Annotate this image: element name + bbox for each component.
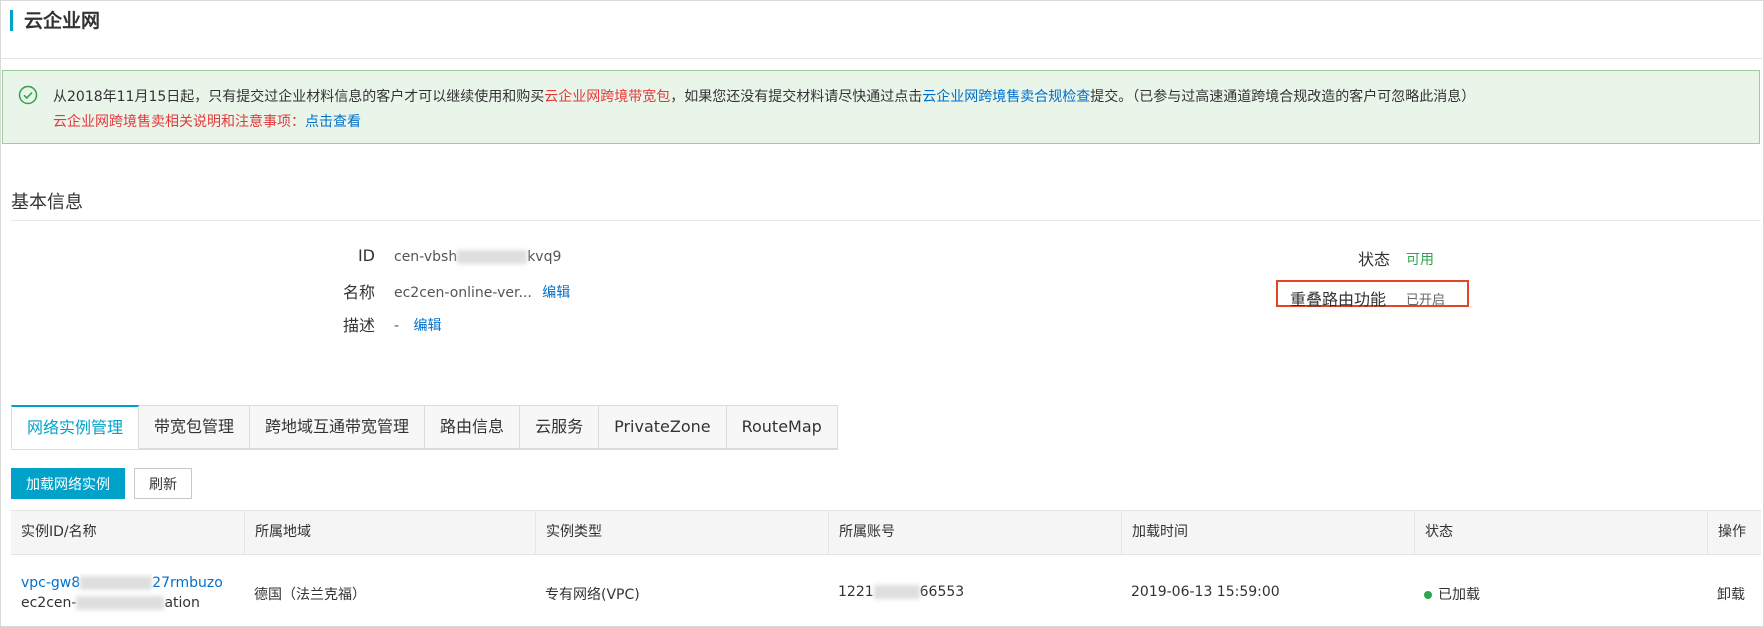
tab-network-instances[interactable]: 网络实例管理: [11, 405, 140, 449]
redacted-block: [76, 596, 165, 610]
check-circle-icon: [18, 85, 38, 105]
tab-cloud-services[interactable]: 云服务: [520, 405, 600, 449]
notice-line-2: 云企业网跨境售卖相关说明和注意事项：点击查看: [53, 111, 361, 131]
status-dot-icon: [1424, 591, 1432, 599]
tab-route-map[interactable]: RouteMap: [726, 405, 838, 449]
notice-text-c: 提交。（已参与过高速通道跨境合规改造的客户可忽略此消息）: [1090, 89, 1476, 105]
notice-link-bandwidth[interactable]: 云企业网跨境带宽包: [544, 89, 670, 105]
edit-desc-link[interactable]: 编辑: [414, 318, 442, 334]
instance-id-link[interactable]: vpc-gw8 27rmbuzo: [21, 575, 223, 591]
column-header: 加载时间: [1121, 511, 1414, 554]
load-time-cell: 2019-06-13 15:59:00: [1131, 584, 1280, 600]
instance-id-prefix[interactable]: vpc-gw8: [21, 575, 80, 591]
account-cell: 1221 66553: [838, 584, 964, 600]
type-cell: 专有网络(VPC): [545, 587, 640, 603]
section-divider: [11, 220, 1761, 221]
name-label: 名称: [342, 283, 375, 302]
refresh-button[interactable]: 刷新: [134, 468, 192, 499]
instance-id-suffix[interactable]: 27rmbuzo: [152, 575, 223, 591]
column-header: 状态: [1414, 511, 1707, 554]
title-accent-bar: [10, 10, 13, 31]
redacted-block: [873, 585, 920, 599]
unload-link[interactable]: 卸载: [1717, 584, 1745, 604]
notice-line-1: 从2018年11月15日起，只有提交过企业材料信息的客户才可以继续使用和购买云企…: [53, 86, 1475, 106]
tab-bar: 网络实例管理 带宽包管理 跨地域互通带宽管理 路由信息 云服务 PrivateZ…: [11, 405, 838, 450]
desc-value-row: - 编辑: [394, 315, 442, 335]
column-header: 所属地域: [244, 511, 535, 554]
notice-text-b: ，如果您还没有提交材料请尽快通过点击: [670, 89, 923, 105]
name-value-row: ec2cen-online-ver... 编辑: [394, 282, 570, 302]
status-cell: 已加载: [1424, 584, 1480, 604]
tab-cross-region-bandwidth[interactable]: 跨地域互通带宽管理: [250, 405, 426, 449]
page-header: 云企业网: [0, 0, 1764, 59]
tab-bandwidth-packages[interactable]: 带宽包管理: [139, 405, 251, 449]
column-header: 实例类型: [535, 511, 828, 554]
column-header: 所属账号: [828, 511, 1121, 554]
desc-value: -: [394, 318, 400, 334]
id-suffix: kvq9: [527, 249, 562, 265]
name-value: ec2cen-online-ver...: [394, 285, 532, 301]
instance-name: ec2cen-ation: [21, 595, 200, 611]
account-suffix: 66553: [919, 584, 965, 600]
redacted-block: [80, 576, 153, 590]
tab-route-info[interactable]: 路由信息: [425, 405, 521, 449]
notice-view-link[interactable]: 点击查看: [305, 114, 361, 130]
status-text: 已加载: [1438, 587, 1480, 603]
instance-name-suffix: ation: [164, 595, 200, 611]
overlap-route-label: 重叠路由功能: [1290, 290, 1387, 309]
id-label: ID: [357, 246, 375, 265]
column-header: 操作: [1707, 511, 1761, 554]
region-cell: 德国（法兰克福）: [254, 587, 366, 603]
redacted-block: [457, 250, 528, 264]
id-value: cen-vbsh kvq9: [394, 249, 561, 265]
desc-label: 描述: [342, 316, 375, 335]
notice-line2-text: 云企业网跨境售卖相关说明和注意事项：: [53, 114, 305, 130]
status-label: 状态: [1357, 250, 1390, 269]
edit-name-link[interactable]: 编辑: [542, 285, 570, 301]
overlap-route-value: 已开启: [1406, 293, 1446, 308]
load-instance-button[interactable]: 加载网络实例: [11, 468, 125, 499]
id-prefix: cen-vbsh: [394, 249, 458, 265]
tab-private-zone[interactable]: PrivateZone: [599, 405, 727, 449]
account-prefix: 1221: [838, 584, 874, 600]
page-title: 云企业网: [24, 10, 101, 32]
section-title-basic-info: 基本信息: [11, 192, 83, 213]
notice-banner: 从2018年11月15日起，只有提交过企业材料信息的客户才可以继续使用和购买云企…: [2, 70, 1760, 144]
instance-name-prefix: ec2cen-: [21, 595, 77, 611]
column-header: 实例ID/名称: [21, 524, 97, 540]
notice-link-compliance[interactable]: 云企业网跨境售卖合规检查: [922, 89, 1090, 105]
notice-text-a: 从2018年11月15日起，只有提交过企业材料信息的客户才可以继续使用和购买: [53, 89, 545, 105]
status-value: 可用: [1406, 252, 1434, 268]
table-header: 实例ID/名称 所属地域 实例类型 所属账号 加载时间 状态 操作: [11, 510, 1761, 555]
